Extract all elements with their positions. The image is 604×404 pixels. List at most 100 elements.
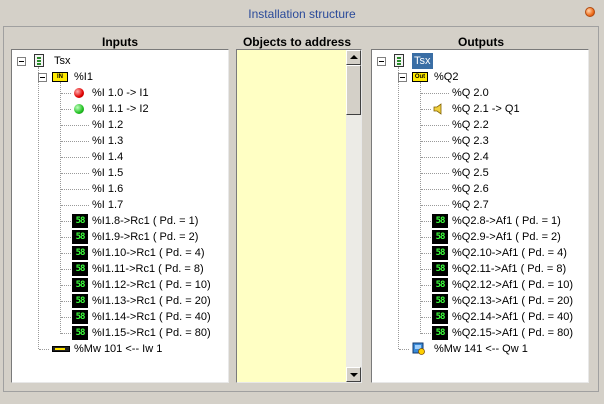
tree-item-label: %Q2.12->Af1 ( Pd. = 10) — [452, 279, 574, 291]
tree-group-label: %I1 — [74, 71, 93, 83]
tree-line — [61, 301, 71, 302]
tree-item[interactable]: %I 1.3 — [12, 133, 228, 149]
tree-item-label: %I1.11->Rc1 ( Pd. = 8) — [92, 263, 204, 275]
tree-group[interactable]: Out %Q2 — [372, 69, 588, 85]
counter-icon: 58 — [432, 326, 448, 340]
counter-icon: 58 — [432, 294, 448, 308]
tree-item-label: %Q2.14->Af1 ( Pd. = 40) — [452, 311, 574, 323]
tree-item-label: %Q 2.4 — [452, 151, 489, 163]
outputs-tree[interactable]: Tsx Out %Q2 %Q 2.0 %Q 2.1 -> Q1 %Q 2.2 %Q 2.3%… — [371, 49, 589, 383]
collapse-toggle[interactable] — [17, 57, 26, 66]
tree-root[interactable]: Tsx — [372, 53, 588, 69]
tree-line — [421, 189, 449, 190]
output-module-icon: Out — [412, 72, 428, 82]
tree-line — [421, 157, 449, 158]
tree-item[interactable]: %Q 2.6 — [372, 181, 588, 197]
tree-item-label: %Q 2.2 — [452, 119, 489, 131]
tree-line — [421, 237, 431, 238]
word-input-icon — [52, 346, 70, 352]
tree-item[interactable]: 58 %Q2.9->Af1 ( Pd. = 2) — [372, 229, 588, 245]
tree-line — [421, 253, 431, 254]
collapse-toggle[interactable] — [377, 57, 386, 66]
tree-item[interactable]: %I 1.0 -> I1 — [12, 85, 228, 101]
tree-word-label: %Mw 101 <-- Iw 1 — [74, 343, 163, 355]
tree-group-label: %Q2 — [434, 71, 459, 83]
tree-item[interactable]: %Q 2.0 — [372, 85, 588, 101]
tree-line — [61, 237, 71, 238]
tree-line — [61, 285, 71, 286]
tree-item[interactable]: %Q 2.2 — [372, 117, 588, 133]
collapse-toggle[interactable] — [38, 73, 47, 82]
tree-item[interactable]: %I 1.4 — [12, 149, 228, 165]
tree-item-label: %Q 2.3 — [452, 135, 489, 147]
tree-root[interactable]: Tsx — [12, 53, 228, 69]
tree-item[interactable]: 58 %I1.13->Rc1 ( Pd. = 20) — [12, 293, 228, 309]
tree-line — [61, 221, 71, 222]
tree-item[interactable]: 58 %Q2.8->Af1 ( Pd. = 1) — [372, 213, 588, 229]
tree-word[interactable]: %Mw 141 <-- Qw 1 — [372, 341, 588, 357]
tree-line — [421, 269, 431, 270]
tree-item[interactable]: 58 %Q2.13->Af1 ( Pd. = 20) — [372, 293, 588, 309]
tree-item-label: %Q 2.5 — [452, 167, 489, 179]
counter-icon: 58 — [432, 214, 448, 228]
tree-line — [61, 269, 71, 270]
counter-icon: 58 — [72, 214, 88, 228]
tree-item[interactable]: 58 %Q2.12->Af1 ( Pd. = 10) — [372, 277, 588, 293]
tree-item[interactable]: %I 1.1 -> I2 — [12, 101, 228, 117]
tree-line — [421, 301, 431, 302]
tree-item-label: %I1.13->Rc1 ( Pd. = 20) — [92, 295, 211, 307]
tree-item[interactable]: %Q 2.4 — [372, 149, 588, 165]
scroll-up-button[interactable] — [346, 50, 361, 65]
close-button[interactable] — [585, 7, 595, 17]
tree-item-label: %I 1.6 — [92, 183, 124, 195]
tree-item[interactable]: 58 %I1.15->Rc1 ( Pd. = 80) — [12, 325, 228, 341]
tree-item[interactable]: 58 %I1.10->Rc1 ( Pd. = 4) — [12, 245, 228, 261]
tree-item[interactable]: 58 %Q2.15->Af1 ( Pd. = 80) — [372, 325, 588, 341]
scroll-down-button[interactable] — [346, 367, 361, 382]
scroll-thumb[interactable] — [346, 65, 361, 115]
tree-word[interactable]: %Mw 101 <-- Iw 1 — [12, 341, 228, 357]
tree-item[interactable]: %I 1.5 — [12, 165, 228, 181]
tree-item-label: %Q2.9->Af1 ( Pd. = 2) — [452, 231, 561, 243]
tree-item-label: %I1.15->Rc1 ( Pd. = 80) — [92, 327, 211, 339]
tree-item[interactable]: 58 %Q2.10->Af1 ( Pd. = 4) — [372, 245, 588, 261]
tree-line — [61, 253, 71, 254]
tree-item[interactable]: 58 %I1.11->Rc1 ( Pd. = 8) — [12, 261, 228, 277]
collapse-toggle[interactable] — [398, 73, 407, 82]
counter-icon: 58 — [72, 262, 88, 276]
speaker-icon — [433, 103, 445, 115]
word-output-icon — [412, 342, 426, 356]
tree-item[interactable]: 58 %I1.8->Rc1 ( Pd. = 1) — [12, 213, 228, 229]
outputs-header: Outputs — [458, 35, 504, 49]
objects-header: Objects to address — [242, 35, 352, 49]
tree-line — [39, 349, 49, 350]
tree-item[interactable]: 58 %Q2.14->Af1 ( Pd. = 40) — [372, 309, 588, 325]
tree-item-label: %I 1.4 — [92, 151, 124, 163]
tree-line — [61, 205, 89, 206]
counter-icon: 58 — [432, 246, 448, 260]
counter-icon: 58 — [72, 246, 88, 260]
plc-icon — [34, 54, 44, 67]
tree-group[interactable]: IN %I1 — [12, 69, 228, 85]
tree-item[interactable]: 58 %I1.14->Rc1 ( Pd. = 40) — [12, 309, 228, 325]
objects-scrollbar[interactable] — [346, 50, 361, 382]
tree-line — [61, 317, 71, 318]
tree-item[interactable]: %Q 2.1 -> Q1 — [372, 101, 588, 117]
tree-item[interactable]: %Q 2.7 — [372, 197, 588, 213]
tree-item[interactable]: %Q 2.5 — [372, 165, 588, 181]
tree-item[interactable]: %I 1.2 — [12, 117, 228, 133]
tree-item[interactable]: %I 1.6 — [12, 181, 228, 197]
tree-line — [421, 173, 449, 174]
inputs-tree[interactable]: Tsx IN %I1 %I 1.0 -> I1 %I 1.1 -> I2 %I 1.2 %I… — [11, 49, 229, 383]
tree-item-label: %Q2.10->Af1 ( Pd. = 4) — [452, 247, 567, 259]
tree-item[interactable]: 58 %I1.12->Rc1 ( Pd. = 10) — [12, 277, 228, 293]
counter-icon: 58 — [432, 230, 448, 244]
tree-item[interactable]: %Q 2.3 — [372, 133, 588, 149]
tree-item[interactable]: 58 %Q2.11->Af1 ( Pd. = 8) — [372, 261, 588, 277]
tree-item-label: %Q2.8->Af1 ( Pd. = 1) — [452, 215, 561, 227]
inputs-header: Inputs — [102, 35, 138, 49]
tree-root-label: Tsx — [54, 55, 71, 67]
tree-item[interactable]: %I 1.7 — [12, 197, 228, 213]
tree-item[interactable]: 58 %I1.9->Rc1 ( Pd. = 2) — [12, 229, 228, 245]
objects-to-address-list[interactable] — [236, 49, 362, 383]
